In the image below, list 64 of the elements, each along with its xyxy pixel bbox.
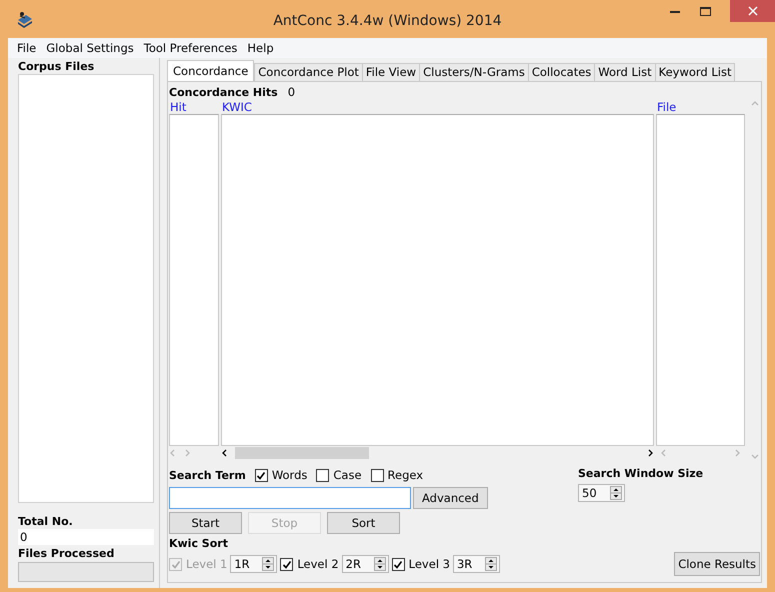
tab[interactable]: Word List: [594, 63, 656, 81]
files-processed-label: Files Processed: [18, 547, 116, 560]
scroll-right-icon: [183, 449, 191, 457]
clone-results-button[interactable]: Clone Results: [674, 552, 760, 576]
scrollbar-thumb[interactable]: [235, 447, 369, 459]
column-header: Hit: [169, 100, 188, 114]
search-window-size-label: Search Window Size: [578, 467, 704, 480]
checkbox-label: Words: [272, 468, 308, 482]
checkbox[interactable]: [254, 468, 268, 482]
checkbox-label: Level 3: [408, 557, 450, 571]
checkmark-icon: [256, 470, 266, 480]
checkbox-label: Case: [333, 468, 362, 482]
action-button[interactable]: Start: [169, 512, 242, 534]
scroll-right-icon: [646, 449, 654, 457]
kwic-sort-label: Kwic Sort: [169, 537, 229, 550]
checkbox-label: Regex: [388, 468, 424, 482]
scroll-down-icon: [750, 452, 758, 460]
search-term-label: Search Term: [169, 468, 246, 482]
spinner-field[interactable]: 2R: [342, 555, 389, 573]
scroll-right-icon: [733, 449, 741, 457]
app-icon: [16, 10, 34, 28]
checkmark-icon: [282, 560, 292, 568]
spinner-arrows-icon: [610, 486, 622, 500]
column-header: File: [656, 100, 678, 114]
scroll-up-icon: [750, 100, 758, 108]
checkbox-label: Level 1: [186, 557, 228, 571]
action-button[interactable]: Sort: [327, 512, 400, 534]
window-title: AntConc 3.4.4w (Windows) 2014: [273, 13, 502, 29]
checkbox-label: Level 2: [297, 557, 339, 571]
checkbox[interactable]: [392, 558, 405, 570]
menu-item[interactable]: Help: [242, 41, 279, 55]
scroll-left-icon: [169, 449, 177, 457]
spinner-field[interactable]: 3R: [452, 555, 500, 573]
checkbox[interactable]: [370, 468, 384, 482]
advanced-button[interactable]: Advanced: [413, 487, 488, 509]
total-label: Total No.: [18, 515, 74, 528]
menu-item[interactable]: File: [12, 41, 42, 55]
menu-item[interactable]: Global Settings: [41, 41, 139, 55]
checkbox[interactable]: [316, 468, 330, 482]
tab[interactable]: Keyword List: [654, 63, 736, 81]
close-button[interactable]: [730, 0, 775, 22]
tab[interactable]: Collocates: [528, 63, 596, 81]
total-value: 0: [18, 529, 154, 545]
spinner-arrows-icon: [262, 557, 274, 571]
tab[interactable]: File View: [362, 63, 420, 81]
spinner-field[interactable]: 50: [578, 484, 625, 502]
scroll-left-icon: [660, 449, 668, 457]
tab[interactable]: Concordance: [167, 60, 254, 81]
hits-count: 0: [288, 85, 296, 99]
column-header: KWIC: [221, 100, 253, 114]
spinner-arrows-icon: [374, 557, 386, 571]
scroll-left-icon: [221, 449, 229, 457]
corpus-files-label: Corpus Files: [18, 60, 96, 73]
checkmark-icon: [170, 560, 180, 568]
tab[interactable]: Clusters/N-Grams: [419, 63, 529, 81]
hits-label: Concordance Hits: [169, 86, 278, 98]
tab[interactable]: Concordance Plot: [254, 63, 363, 81]
search-term-field[interactable]: [169, 487, 411, 509]
maximize-icon: [700, 6, 710, 16]
menu-item[interactable]: Tool Preferences: [138, 41, 242, 55]
close-icon: [748, 6, 758, 16]
spinner-arrows-icon: [484, 557, 497, 571]
checkbox[interactable]: [280, 558, 294, 570]
checkmark-icon: [393, 560, 404, 568]
